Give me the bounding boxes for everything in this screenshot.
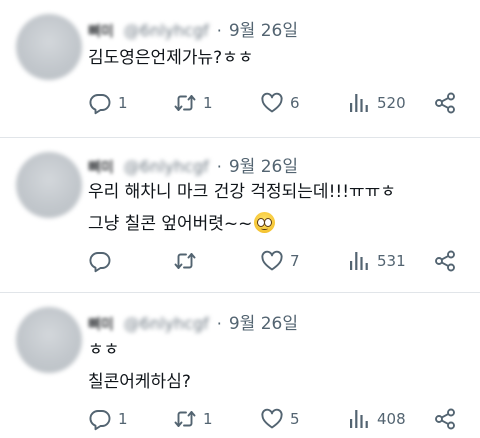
share-button[interactable] [433, 91, 457, 115]
views-button[interactable]: 408 [347, 407, 406, 431]
tweet-text-line: ㅎㅎ [88, 340, 120, 360]
tweet-header: 뼈미 @6nlyhcgf · 9월 26일 [88, 16, 298, 41]
tweet-date[interactable]: 9월 26일 [229, 152, 298, 177]
avatar[interactable] [16, 14, 82, 80]
tweet-actions: 1 1 6 520 [88, 91, 468, 115]
retweet-button[interactable]: 1 [173, 91, 213, 115]
views-count: 408 [377, 410, 406, 428]
tweet[interactable]: 뼈미 @6nlyhcgf · 9월 26일 김도영은언제가뉴?ㅎㅎ 1 1 6 … [0, 0, 480, 138]
reply-icon [89, 410, 111, 431]
tweet-date[interactable]: 9월 26일 [229, 16, 298, 41]
like-count: 7 [290, 252, 300, 270]
author-name[interactable]: 뼈미 [88, 157, 114, 177]
reply-count: 1 [118, 410, 128, 428]
reply-button[interactable]: 1 [88, 91, 128, 115]
retweet-count: 1 [203, 410, 213, 428]
reply-button[interactable]: 1 [88, 407, 128, 431]
retweet-icon [174, 411, 196, 427]
tweet-text-line: 칠콘어케하심? [88, 372, 191, 392]
author-handle[interactable]: @6nlyhcgf [124, 314, 209, 333]
author-name[interactable]: 뼈미 [88, 21, 114, 41]
views-count: 520 [377, 94, 406, 112]
reply-count: 1 [118, 94, 128, 112]
tweet[interactable]: 뼈미 @6nlyhcgf · 9월 26일 ㅎㅎ 칠콘어케하심? 1 1 5 4… [0, 293, 480, 438]
share-button[interactable] [433, 249, 457, 273]
tweet-text: 김도영은언제가뉴?ㅎㅎ [88, 42, 253, 74]
reply-icon [89, 94, 111, 115]
share-icon [435, 408, 455, 430]
separator-dot: · [216, 21, 222, 40]
share-icon [435, 92, 455, 114]
share-icon [435, 250, 455, 272]
views-button[interactable]: 531 [347, 249, 406, 273]
like-button[interactable]: 5 [260, 407, 300, 431]
retweet-button[interactable] [173, 249, 203, 273]
heart-icon [261, 92, 283, 113]
like-count: 5 [290, 410, 300, 428]
tweet-text-line-with-emoji: 그냥 칠콘 엎어버렷~~ [88, 208, 396, 240]
retweet-icon [174, 253, 196, 269]
heart-icon [261, 250, 283, 271]
retweet-icon [174, 95, 196, 111]
like-button[interactable]: 7 [260, 249, 300, 273]
separator-dot: · [216, 314, 222, 333]
tweet-text-line: 우리 해차니 마크 건강 걱정되는데!!!ㅠㅠㅎ [88, 182, 396, 202]
views-icon [350, 252, 368, 270]
like-button[interactable]: 6 [260, 91, 300, 115]
author-name[interactable]: 뼈미 [88, 314, 114, 334]
views-icon [350, 94, 368, 112]
views-button[interactable]: 520 [347, 91, 406, 115]
retweet-count: 1 [203, 94, 213, 112]
tweet-header: 뼈미 @6nlyhcgf · 9월 26일 [88, 152, 298, 177]
tweet-text-line: 그냥 칠콘 엎어버렷~~ [88, 214, 253, 234]
tweet-header: 뼈미 @6nlyhcgf · 9월 26일 [88, 309, 298, 334]
separator-dot: · [216, 157, 222, 176]
pleading-face-emoji [254, 212, 276, 233]
share-button[interactable] [433, 407, 457, 431]
retweet-button[interactable]: 1 [173, 407, 213, 431]
avatar[interactable] [16, 307, 82, 373]
tweet[interactable]: 뼈미 @6nlyhcgf · 9월 26일 우리 해차니 마크 건강 걱정되는데… [0, 138, 480, 293]
views-count: 531 [377, 252, 406, 270]
tweet-actions: 1 1 5 408 [88, 407, 468, 431]
heart-icon [261, 408, 283, 429]
views-icon [350, 410, 368, 428]
author-handle[interactable]: @6nlyhcgf [124, 157, 209, 176]
like-count: 6 [290, 94, 300, 112]
avatar[interactable] [16, 152, 82, 218]
tweet-actions: 7 531 [88, 249, 468, 273]
tweet-text-line: 김도영은언제가뉴?ㅎㅎ [88, 48, 254, 68]
reply-icon [89, 252, 111, 273]
reply-button[interactable] [88, 249, 118, 273]
tweet-text: 우리 해차니 마크 건강 걱정되는데!!!ㅠㅠㅎ 그냥 칠콘 엎어버렷~~ [88, 176, 396, 240]
tweet-text: ㅎㅎ 칠콘어케하심? [88, 334, 191, 398]
author-handle[interactable]: @6nlyhcgf [124, 21, 209, 40]
tweet-date[interactable]: 9월 26일 [229, 309, 298, 334]
